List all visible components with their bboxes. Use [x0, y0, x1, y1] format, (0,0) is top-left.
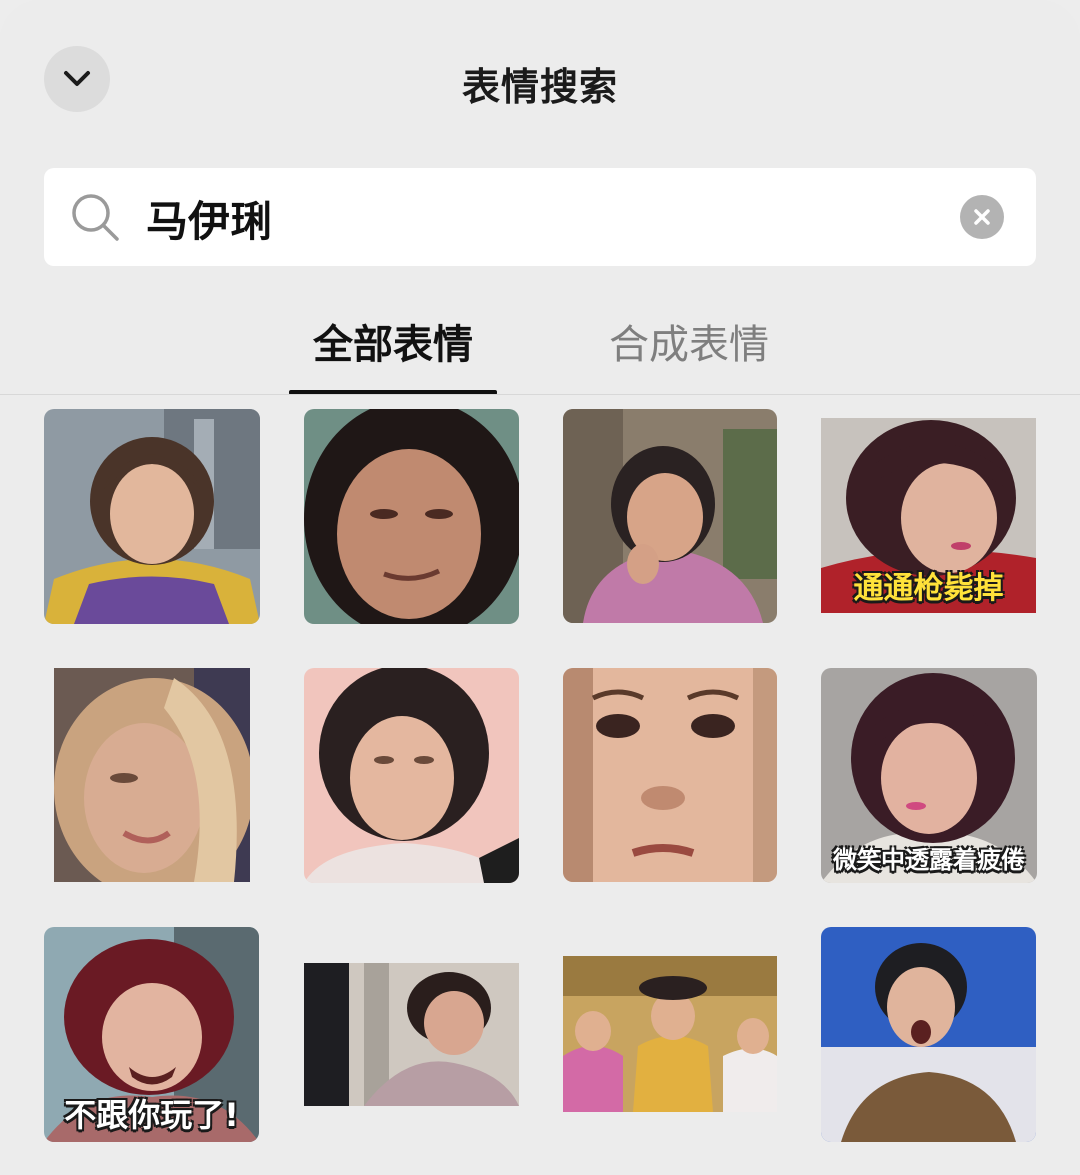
- sticker-image: [563, 956, 777, 1112]
- sticker-item[interactable]: [563, 668, 777, 882]
- sticker-item[interactable]: [44, 409, 260, 624]
- sticker-item[interactable]: 通通枪毙掉: [821, 418, 1036, 613]
- sticker-image: [54, 668, 250, 882]
- sticker-item[interactable]: [304, 409, 519, 624]
- sticker-item[interactable]: [563, 409, 777, 623]
- sticker-caption: 不跟你玩了!: [64, 1096, 239, 1134]
- sticker-item[interactable]: 不跟你玩了!: [44, 927, 259, 1142]
- sticker-image: [563, 409, 777, 623]
- sticker-item[interactable]: 微笑中透露着疲倦: [821, 668, 1037, 883]
- sticker-grid: 通通枪毙掉 微笑中透露着疲倦 不跟你玩了!: [0, 0, 1080, 1175]
- sticker-caption: 微笑中透露着疲倦: [833, 846, 1025, 874]
- sticker-item[interactable]: [821, 927, 1036, 1142]
- sticker-item[interactable]: [54, 668, 250, 882]
- sticker-item[interactable]: [304, 668, 519, 883]
- sticker-image: [821, 927, 1036, 1142]
- search-sheet: 表情搜索 全部表情 合成表情: [0, 0, 1080, 1175]
- sticker-image: [304, 668, 519, 883]
- sticker-image: [304, 409, 519, 624]
- sticker-item[interactable]: [304, 963, 519, 1106]
- sticker-caption: 通通枪毙掉: [853, 571, 1004, 606]
- sticker-image: [44, 409, 260, 624]
- sticker-image: [563, 668, 777, 882]
- sticker-image: [304, 963, 519, 1106]
- sticker-item[interactable]: [563, 956, 777, 1112]
